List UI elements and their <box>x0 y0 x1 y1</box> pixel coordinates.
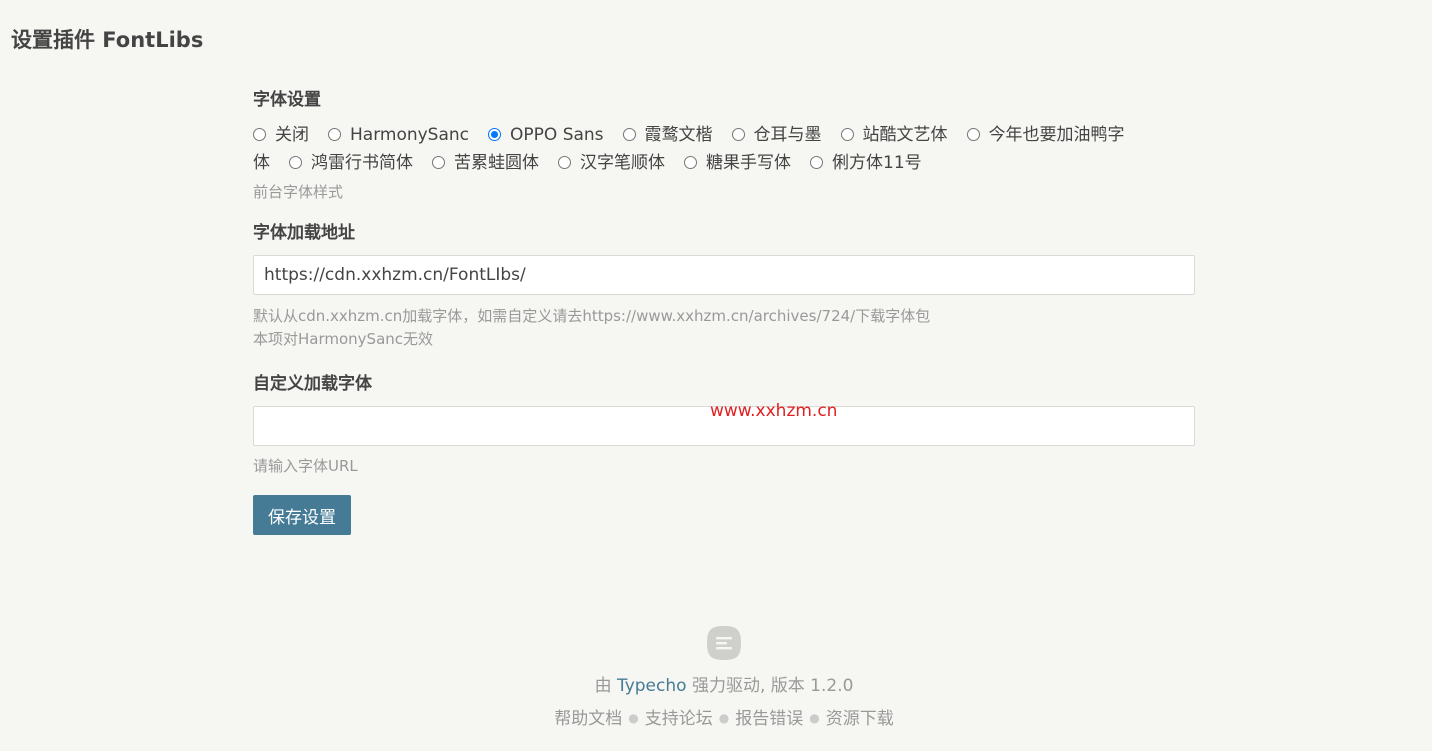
custom-font-section: 自定义加载字体 请输入字体URL <box>253 372 1195 478</box>
custom-font-description: 请输入字体URL <box>253 457 358 475</box>
radio-option-lifang-11[interactable]: 俐方体11号 <box>810 149 922 177</box>
footer: 由 Typecho 强力驱动, 版本 1.2.0 帮助文档 ● 支持论坛 ● 报告错误 ●… <box>0 626 1432 731</box>
settings-form: 字体设置 关闭 HarmonySanc OPPO Sans 霞鹜文楷 仓耳与墨 站酷文艺体… <box>253 88 1195 535</box>
footer-link-help-docs[interactable]: 帮助文档 <box>554 709 622 729</box>
footer-separator: ● <box>718 711 730 725</box>
footer-powered-suffix: 强力驱动, 版本 1.2.0 <box>691 676 854 696</box>
radio-circle[interactable] <box>432 156 445 169</box>
custom-font-label: 自定义加载字体 <box>253 374 372 394</box>
footer-separator: ● <box>809 711 820 725</box>
font-load-url-note: 本项对HarmonySanc无效 <box>253 330 434 348</box>
radio-circle[interactable] <box>558 156 571 169</box>
radio-circle[interactable] <box>253 128 266 141</box>
typecho-link[interactable]: Typecho <box>617 676 687 696</box>
radio-circle[interactable] <box>731 128 745 141</box>
radio-circle[interactable] <box>840 128 854 141</box>
font-load-url-section: 字体加载地址 默认从cdn.xxhzm.cn加载字体，如需自定义请去https:… <box>253 221 1195 351</box>
footer-separator: ● <box>628 711 639 725</box>
radio-option-kuleiwa-yuan[interactable]: 苦累蛙圆体 <box>432 149 539 177</box>
footer-link-support-forum[interactable]: 支持论坛 <box>645 709 713 729</box>
footer-link-resource-download[interactable]: 资源下载 <box>826 709 894 729</box>
radio-option-cangeryumo[interactable]: 仓耳与墨 <box>731 121 822 149</box>
radio-option-tangguo-shouxie[interactable]: 糖果手写体 <box>684 149 791 177</box>
radio-circle-checked[interactable] <box>488 128 502 141</box>
watermark-text: www.xxhzm.cn <box>710 401 838 421</box>
radio-option-oppo-sans[interactable]: OPPO Sans <box>488 121 604 149</box>
radio-option-close[interactable]: 关闭 <box>253 121 309 149</box>
footer-powered-by: 由 Typecho 强力驱动, 版本 1.2.0 <box>0 674 1432 698</box>
radio-circle[interactable] <box>810 156 823 169</box>
save-settings-button[interactable]: 保存设置 <box>253 495 351 535</box>
page-title: 设置插件 FontLibs <box>11 28 204 52</box>
radio-option-honglei-xingshu[interactable]: 鸿雷行书简体 <box>289 149 413 177</box>
radio-option-hanzi-bishun[interactable]: 汉字笔顺体 <box>558 149 665 177</box>
footer-links: 帮助文档 ● 支持论坛 ● 报告错误 ● 资源下载 <box>0 706 1432 731</box>
typecho-logo-icon[interactable] <box>707 626 741 660</box>
radio-option-lxgw-wenkai[interactable]: 霞鹜文楷 <box>622 121 713 149</box>
radio-circle[interactable] <box>328 128 341 141</box>
form-actions: 保存设置 <box>253 495 1195 535</box>
footer-link-report-bug[interactable]: 报告错误 <box>735 709 803 729</box>
radio-circle[interactable] <box>684 156 697 169</box>
radio-circle[interactable] <box>289 156 302 169</box>
font-load-url-label: 字体加载地址 <box>253 223 355 243</box>
radio-option-jinnian-jiayouya-tail[interactable]: 体 <box>253 153 270 173</box>
font-load-url-input[interactable] <box>253 255 1195 295</box>
font-load-url-description: 默认从cdn.xxhzm.cn加载字体，如需自定义请去https://www.x… <box>253 307 931 325</box>
radio-circle[interactable] <box>622 128 636 141</box>
font-radio-group: 关闭 HarmonySanc OPPO Sans 霞鹜文楷 仓耳与墨 站酷文艺体 今年也要加… <box>253 121 1195 177</box>
font-settings-label: 字体设置 <box>253 90 321 110</box>
font-settings-description: 前台字体样式 <box>253 183 344 201</box>
font-settings-section: 字体设置 关闭 HarmonySanc OPPO Sans 霞鹜文楷 仓耳与墨 站酷文艺体… <box>253 88 1195 204</box>
radio-option-harmonysanc[interactable]: HarmonySanc <box>328 121 469 149</box>
radio-option-zcool-wenyi[interactable]: 站酷文艺体 <box>840 121 948 149</box>
radio-circle[interactable] <box>966 128 980 141</box>
radio-option-jinnian-jiayouya[interactable]: 今年也要加油鸭字 <box>966 121 1125 149</box>
footer-powered-prefix: 由 <box>594 676 612 696</box>
